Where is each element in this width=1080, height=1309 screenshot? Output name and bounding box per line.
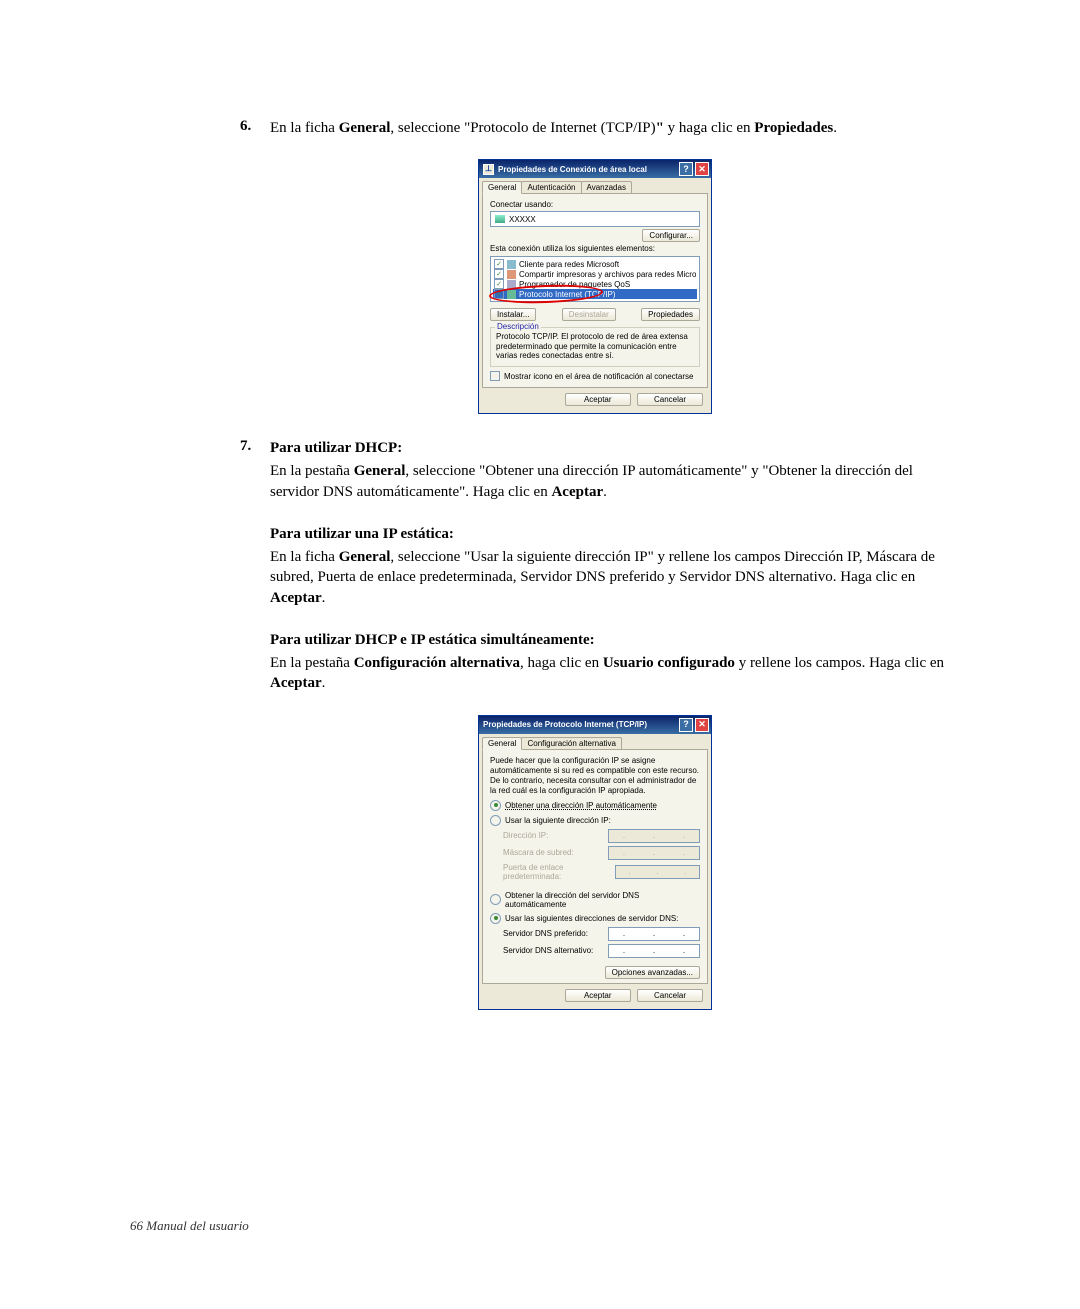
configure-button[interactable]: Configurar... xyxy=(642,229,700,242)
dns2-label: Servidor DNS alternativo: xyxy=(503,946,593,955)
share-icon xyxy=(507,270,516,279)
tabs: General Autenticación Avanzadas xyxy=(479,178,711,193)
ip-input: ... xyxy=(608,829,700,843)
show-icon-checkbox[interactable]: Mostrar icono en el área de notificación… xyxy=(490,371,700,381)
figure-connection-properties: ⊥ Propiedades de Conexión de área local … xyxy=(240,159,950,414)
titlebar: Propiedades de Protocolo Internet (TCP/I… xyxy=(479,716,711,734)
description-title: Descripción xyxy=(495,322,541,331)
help-button[interactable]: ? xyxy=(679,162,693,176)
elements-listbox[interactable]: ✓ Cliente para redes Microsoft ✓ Compart… xyxy=(490,256,700,302)
step-6-number: 6. xyxy=(240,118,270,141)
step-7-heading-dhcp: Para utilizar DHCP: xyxy=(270,438,950,458)
close-button[interactable]: ✕ xyxy=(695,162,709,176)
dialog-connection-properties: ⊥ Propiedades de Conexión de área local … xyxy=(478,159,712,414)
tab-authentication[interactable]: Autenticación xyxy=(521,181,581,193)
figure-tcpip-properties: Propiedades de Protocolo Internet (TCP/I… xyxy=(240,715,950,1010)
checkbox[interactable]: ✓ xyxy=(494,259,504,269)
cancel-button[interactable]: Cancelar xyxy=(637,989,703,1002)
step-7-number: 7. xyxy=(240,438,270,697)
client-icon xyxy=(507,260,516,269)
help-button[interactable]: ? xyxy=(679,718,693,732)
checkbox[interactable]: ✓ xyxy=(494,269,504,279)
mask-label: Máscara de subred: xyxy=(503,848,574,857)
dialog-footer: Aceptar Cancelar xyxy=(479,388,711,413)
step-6: 6. En la ficha General, seleccione "Prot… xyxy=(240,118,950,141)
tab-alt-config[interactable]: Configuración alternativa xyxy=(521,737,622,749)
step-6-text: En la ficha General, seleccione "Protoco… xyxy=(270,118,950,138)
page-number: 66 xyxy=(130,1218,143,1233)
step-7-heading-static: Para utilizar una IP estática: xyxy=(270,524,950,544)
gateway-label: Puerta de enlace predeterminada: xyxy=(503,863,615,881)
close-button[interactable]: ✕ xyxy=(695,718,709,732)
page-footer: 66 Manual del usuario xyxy=(130,1218,249,1234)
mask-input: ... xyxy=(608,846,700,860)
adapter-name: XXXXX xyxy=(509,215,536,224)
ip-label: Dirección IP: xyxy=(503,831,548,840)
install-button[interactable]: Instalar... xyxy=(490,308,536,321)
accept-button[interactable]: Aceptar xyxy=(565,393,631,406)
step-7-text-dhcp: En la pestaña General, seleccione "Obten… xyxy=(270,461,950,502)
list-item-selected[interactable]: ✓ Protocolo Internet (TCP/IP) xyxy=(493,289,697,299)
tab-general[interactable]: General xyxy=(482,181,522,194)
radio-static-dns[interactable]: Usar las siguientes direcciones de servi… xyxy=(490,913,700,924)
step-7-text-static: En la ficha General, seleccione "Usar la… xyxy=(270,547,950,608)
adapter-field: XXXXX xyxy=(490,211,700,227)
step-7: 7. Para utilizar DHCP: En la pestaña Gen… xyxy=(240,438,950,697)
tab-general[interactable]: General xyxy=(482,737,522,750)
radio-static-ip[interactable]: Usar la siguiente dirección IP: xyxy=(490,815,700,826)
tab-advanced[interactable]: Avanzadas xyxy=(581,181,632,193)
uninstall-button: Desinstalar xyxy=(562,308,616,321)
tabs: General Configuración alternativa xyxy=(479,734,711,749)
list-item[interactable]: ✓ Programador de paquetes QoS xyxy=(493,279,697,289)
dialog-footer: Aceptar Cancelar xyxy=(479,984,711,1009)
titlebar: ⊥ Propiedades de Conexión de área local … xyxy=(479,160,711,178)
description-group: Descripción Protocolo TCP/IP. El protoco… xyxy=(490,327,700,367)
description-body: Protocolo TCP/IP. El protocolo de red de… xyxy=(496,332,694,361)
cancel-button[interactable]: Cancelar xyxy=(637,393,703,406)
radio-icon[interactable] xyxy=(490,894,501,905)
tab-pane-general: Conectar usando: XXXXX Configurar... Est… xyxy=(482,193,708,388)
connect-using-label: Conectar usando: xyxy=(490,200,700,209)
dialog-tcpip-properties: Propiedades de Protocolo Internet (TCP/I… xyxy=(478,715,712,1010)
uses-elements-label: Esta conexión utiliza los siguientes ele… xyxy=(490,244,700,253)
radio-icon[interactable] xyxy=(490,913,501,924)
step-7-heading-both: Para utilizar DHCP e IP estática simultá… xyxy=(270,630,950,650)
radio-dhcp-dns[interactable]: Obtener la dirección del servidor DNS au… xyxy=(490,891,700,909)
info-text: Puede hacer que la configuración IP se a… xyxy=(490,756,700,796)
checkbox[interactable]: ✓ xyxy=(494,289,504,299)
step-7-text-both: En la pestaña Configuración alternativa,… xyxy=(270,653,950,694)
tcpip-icon xyxy=(507,290,516,299)
radio-dhcp-ip[interactable]: Obtener una dirección IP automáticamente xyxy=(490,800,700,811)
advanced-button[interactable]: Opciones avanzadas... xyxy=(605,966,700,979)
properties-button[interactable]: Propiedades xyxy=(641,308,700,321)
checkbox[interactable] xyxy=(490,371,500,381)
dns1-input[interactable]: ... xyxy=(608,927,700,941)
dns1-label: Servidor DNS preferido: xyxy=(503,929,588,938)
qos-icon xyxy=(507,280,516,289)
book-title: Manual del usuario xyxy=(143,1218,249,1233)
adapter-icon xyxy=(495,215,505,223)
list-item[interactable]: ✓ Compartir impresoras y archivos para r… xyxy=(493,269,697,279)
accept-button[interactable]: Aceptar xyxy=(565,989,631,1002)
window-title: Propiedades de Protocolo Internet (TCP/I… xyxy=(483,720,677,729)
checkbox[interactable]: ✓ xyxy=(494,279,504,289)
radio-icon[interactable] xyxy=(490,800,501,811)
list-item[interactable]: ✓ Cliente para redes Microsoft xyxy=(493,259,697,269)
dns2-input[interactable]: ... xyxy=(608,944,700,958)
window-title: Propiedades de Conexión de área local xyxy=(498,165,677,174)
tab-pane-general: Puede hacer que la configuración IP se a… xyxy=(482,749,708,984)
window-icon: ⊥ xyxy=(483,164,494,175)
radio-icon[interactable] xyxy=(490,815,501,826)
gateway-input: ... xyxy=(615,865,700,879)
